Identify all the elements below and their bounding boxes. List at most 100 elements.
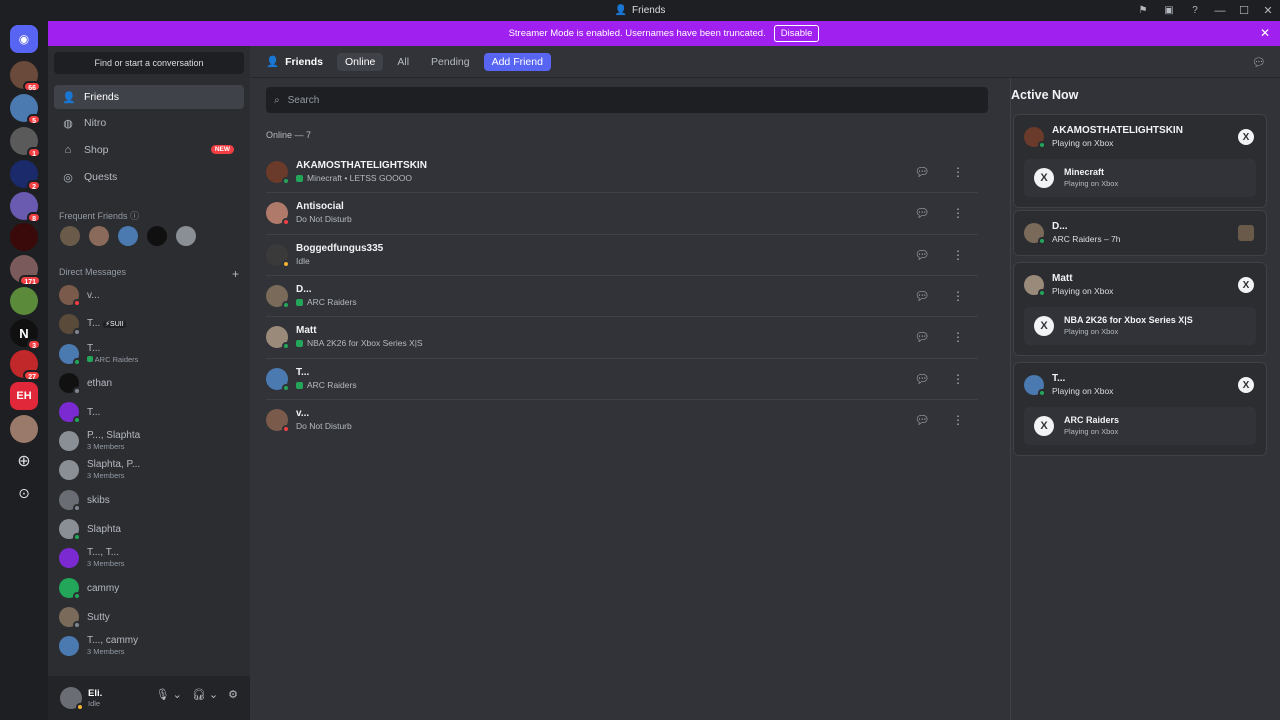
dm-item[interactable]: T..., cammy 3 Members: [54, 632, 244, 660]
more-icon[interactable]: ⋮: [948, 203, 968, 223]
minimize-button[interactable]: —: [1208, 0, 1232, 21]
active-now-card[interactable]: T... Playing on Xbox X X ARC Raiders Playing …: [1013, 362, 1267, 456]
active-now-card[interactable]: D... ARC Raiders – 7h: [1013, 210, 1267, 256]
message-icon[interactable]: 💬︎: [912, 286, 932, 306]
status-indicator: [73, 504, 81, 512]
avatar: [59, 548, 79, 568]
microphone-icon[interactable]: 🎙︎ ⌄: [156, 688, 182, 701]
tab-pending[interactable]: Pending: [423, 53, 478, 71]
discover-button[interactable]: ⊙: [10, 479, 38, 507]
maximize-button[interactable]: ☐: [1232, 0, 1256, 21]
server-icon[interactable]: [10, 415, 38, 443]
server-icon[interactable]: [10, 223, 38, 251]
message-icon[interactable]: 💬︎: [912, 369, 932, 389]
frequent-friend-avatar[interactable]: [89, 226, 109, 246]
message-icon[interactable]: 💬︎: [912, 410, 932, 430]
dm-item[interactable]: P..., Slaphta 3 Members: [54, 427, 244, 455]
xbox-icon: X: [1034, 168, 1054, 188]
server-icon[interactable]: 5: [10, 94, 41, 125]
frequent-friend-avatar[interactable]: [147, 226, 167, 246]
dm-item[interactable]: Slaphta: [54, 515, 244, 543]
section-label: Frequent Friends: [59, 211, 128, 221]
friend-row[interactable]: D... ARC Raiders 💬︎ ⋮: [266, 274, 978, 316]
nav-friends[interactable]: 👤 Friends: [54, 85, 244, 109]
friend-row[interactable]: T... ARC Raiders 💬︎ ⋮: [266, 357, 978, 399]
dm-item[interactable]: T..., T... 3 Members: [54, 544, 244, 572]
status-indicator: [73, 592, 81, 600]
message-icon[interactable]: 💬︎: [912, 162, 932, 182]
mention-badge: 5: [27, 114, 41, 125]
active-now-card[interactable]: Matt Playing on Xbox X X NBA 2K26 for Xbox S…: [1013, 262, 1267, 356]
server-icon[interactable]: 1: [10, 127, 41, 158]
server-icon[interactable]: 27: [10, 350, 41, 381]
card-name: Matt: [1052, 273, 1073, 284]
more-icon[interactable]: ⋮: [948, 327, 968, 347]
mention-badge: 27: [23, 370, 41, 381]
dm-item[interactable]: ethan: [54, 369, 244, 397]
help-icon[interactable]: ?: [1182, 0, 1208, 21]
server-icon[interactable]: [10, 287, 38, 315]
home-button[interactable]: ◉: [10, 25, 38, 53]
dm-item[interactable]: T...: [54, 398, 244, 426]
add-server-button[interactable]: ⊕: [10, 447, 38, 475]
gear-icon[interactable]: ⚙: [228, 688, 238, 701]
game-activity: X NBA 2K26 for Xbox Series X|S Playing on …: [1024, 307, 1256, 345]
dm-item[interactable]: Sutty: [54, 603, 244, 631]
dm-item[interactable]: cammy: [54, 574, 244, 602]
find-conversation-input[interactable]: Find or start a conversation: [54, 52, 244, 74]
frequent-friend-avatar[interactable]: [60, 226, 80, 246]
avatar: [1024, 375, 1046, 397]
friend-row[interactable]: Matt NBA 2K26 for Xbox Series X|S 💬︎ ⋮: [266, 316, 978, 357]
screen-share-icon[interactable]: ▣: [1156, 0, 1182, 21]
window-title-text: Friends: [632, 5, 666, 16]
nav-quests[interactable]: ◎ Quests: [54, 165, 244, 189]
tab-all[interactable]: All: [389, 53, 417, 71]
active-now-card[interactable]: AKAMOSTHATELIGHTSKIN Playing on Xbox X X Min…: [1013, 114, 1267, 208]
more-icon[interactable]: ⋮: [948, 286, 968, 306]
search-input[interactable]: ⌕ Search: [266, 87, 988, 113]
plus-icon[interactable]: +: [232, 267, 239, 281]
message-icon[interactable]: 💬︎: [912, 327, 932, 347]
server-icon[interactable]: 8: [10, 192, 41, 223]
server-icon[interactable]: EH: [10, 382, 38, 410]
more-icon[interactable]: ⋮: [948, 410, 968, 430]
dm-item[interactable]: T... ARC Raiders: [54, 340, 244, 368]
avatar: [59, 578, 81, 600]
friend-status: Do Not Disturb: [296, 420, 352, 431]
headphones-icon[interactable]: 🎧︎ ⌄: [192, 688, 218, 701]
friend-row[interactable]: AKAMOSTHATELIGHTSKIN Minecraft • LETSS GO…: [266, 151, 978, 192]
server-icon[interactable]: N3: [10, 319, 41, 350]
message-icon[interactable]: 💬︎: [912, 245, 932, 265]
frequent-friend-avatar[interactable]: [118, 226, 138, 246]
dm-item[interactable]: T... ⚡SUII: [54, 310, 244, 338]
more-icon[interactable]: ⋮: [948, 162, 968, 182]
info-icon[interactable]: ⓘ: [130, 211, 139, 221]
close-window-button[interactable]: ✕: [1256, 0, 1280, 21]
server-icon[interactable]: 66: [10, 61, 41, 92]
status-indicator: [1038, 237, 1046, 245]
avatar: [266, 243, 290, 268]
frequent-friend-avatar[interactable]: [176, 226, 196, 246]
avatar[interactable]: [60, 687, 84, 711]
more-icon[interactable]: ⋮: [948, 245, 968, 265]
server-icon[interactable]: 2: [10, 160, 41, 191]
dm-item[interactable]: v...: [54, 281, 244, 309]
new-group-dm-icon[interactable]: 💬︎: [1252, 56, 1266, 69]
server-icon[interactable]: 171: [10, 255, 41, 286]
dm-item[interactable]: Slaphta, P... 3 Members: [54, 456, 244, 484]
tab-online[interactable]: Online: [337, 52, 384, 71]
nav-nitro[interactable]: ◍ Nitro: [54, 111, 244, 135]
flag-icon[interactable]: ⚑: [1130, 0, 1156, 21]
dm-item[interactable]: skibs: [54, 486, 244, 514]
disable-button[interactable]: Disable: [773, 25, 820, 42]
friend-row[interactable]: Boggedfungus335 Idle 💬︎ ⋮: [266, 233, 978, 275]
close-icon[interactable]: ✕: [1260, 26, 1270, 40]
friend-row[interactable]: Antisocial Do Not Disturb 💬︎ ⋮: [266, 192, 978, 233]
more-icon[interactable]: ⋮: [948, 369, 968, 389]
nav-shop[interactable]: ⌂ Shop NEW: [54, 138, 244, 162]
friend-row[interactable]: v... Do Not Disturb 💬︎ ⋮: [266, 398, 978, 440]
active-now-title: Active Now: [1011, 88, 1079, 102]
add-friend-button[interactable]: Add Friend: [483, 52, 551, 71]
game-title: ARC Raiders: [1064, 415, 1120, 425]
message-icon[interactable]: 💬︎: [912, 203, 932, 223]
